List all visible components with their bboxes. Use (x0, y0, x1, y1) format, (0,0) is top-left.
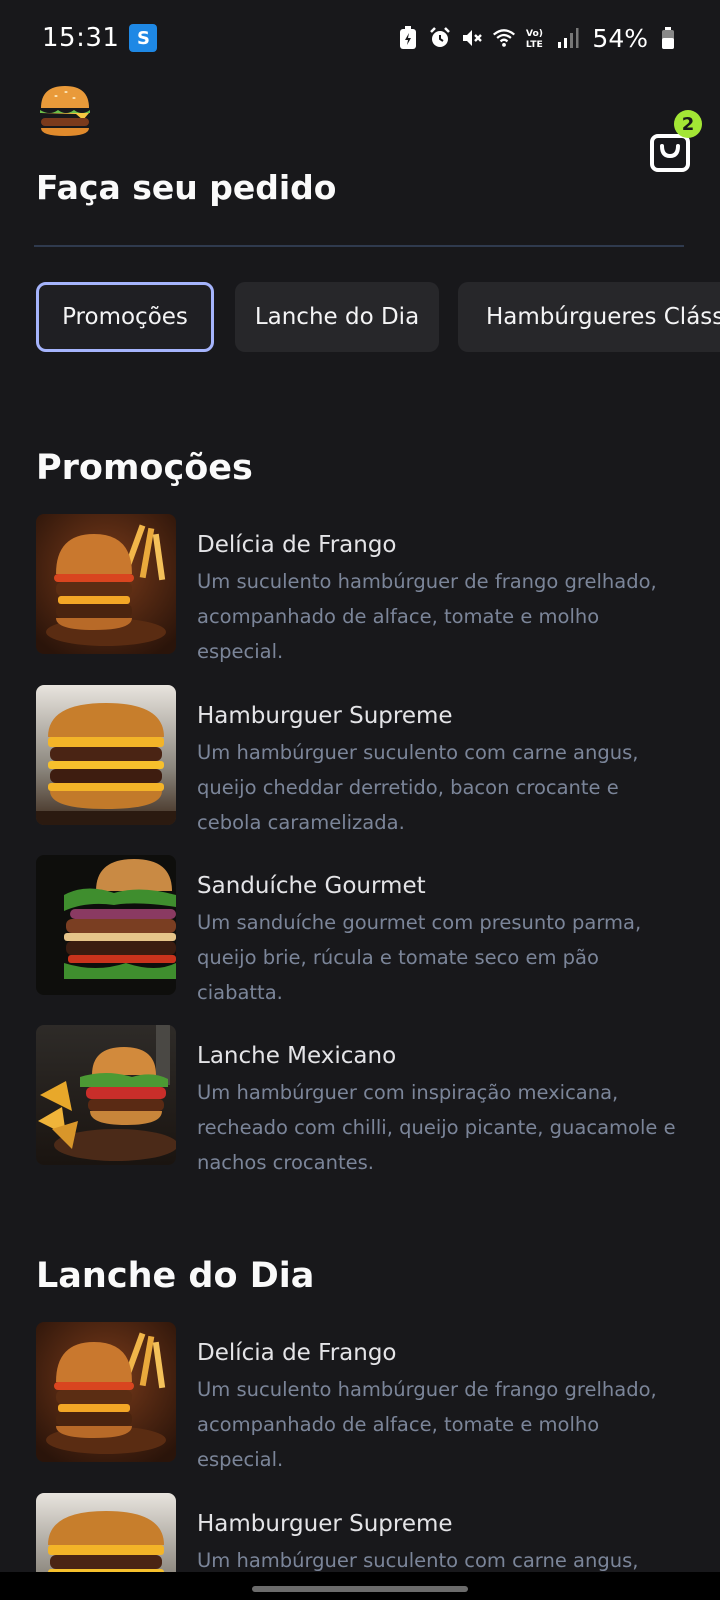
mute-icon (460, 25, 484, 51)
item-name: Lanche Mexicano (197, 1043, 397, 1069)
alarm-icon (428, 25, 452, 51)
battery-icon (656, 25, 680, 51)
status-bar: 15:31 S Vo) LTE 54% (0, 0, 720, 76)
item-image (36, 1493, 176, 1572)
tab-lanche-do-dia[interactable]: Lanche do Dia (235, 282, 439, 352)
item-image (36, 685, 176, 825)
item-description: Um sanduíche gourmet com presunto parma,… (197, 911, 642, 1004)
item-description: Um hambúrguer com inspiração mexicana, r… (197, 1081, 676, 1174)
tab-hamburgueres-classicos[interactable]: Hambúrgueres Clássicos (458, 282, 720, 352)
item-description: Um suculento hambúrguer de frango grelha… (197, 1378, 657, 1471)
item-name: Hamburguer Supreme (197, 703, 453, 729)
cart-count-badge: 2 (674, 110, 702, 138)
item-image (36, 855, 176, 995)
clock: 15:31 (42, 23, 120, 53)
item-name: Hamburguer Supreme (197, 1511, 453, 1537)
menu-item[interactable]: Delícia de Frango Um suculento hambúrgue… (36, 1322, 684, 1471)
section-title: Promoções (36, 448, 253, 488)
item-image (36, 1025, 176, 1165)
item-name: Delícia de Frango (197, 1340, 397, 1366)
menu-item[interactable]: Sanduíche Gourmet Um sanduíche gourmet c… (36, 855, 684, 1004)
item-description: Um suculento hambúrguer de frango grelha… (197, 570, 657, 663)
item-description: Um hambúrguer suculento com carne angus,… (197, 741, 639, 834)
volte-icon: Vo) LTE (524, 25, 548, 51)
menu-item[interactable]: Hamburguer Supreme Um hambúrguer suculen… (36, 685, 684, 834)
app-notification-icon: S (129, 24, 158, 52)
item-image (36, 514, 176, 654)
tab-promocoes[interactable]: Promoções (36, 282, 214, 352)
wifi-icon (492, 25, 516, 51)
item-name: Delícia de Frango (197, 532, 397, 558)
home-gesture-handle[interactable] (252, 1586, 468, 1592)
section-title: Lanche do Dia (36, 1256, 315, 1296)
signal-icon (556, 25, 580, 51)
item-image (36, 1322, 176, 1462)
page-title: Faça seu pedido (36, 168, 337, 207)
battery-percent: 54% (592, 23, 648, 53)
item-name: Sanduíche Gourmet (197, 873, 426, 899)
svg-text:Vo): Vo) (526, 28, 543, 39)
category-tabs: Promoções Lanche do Dia Hambúrgueres Clá… (36, 282, 720, 352)
burger-logo-icon (36, 82, 94, 140)
menu-item[interactable]: Lanche Mexicano Um hambúrguer com inspir… (36, 1025, 684, 1174)
item-description: Um hambúrguer suculento com carne angus, (197, 1549, 639, 1572)
menu-item[interactable]: Delícia de Frango Um suculento hambúrgue… (36, 514, 684, 663)
battery-saver-icon (396, 25, 420, 51)
svg-text:LTE: LTE (526, 39, 543, 50)
menu-item[interactable]: Hamburguer Supreme Um hambúrguer suculen… (36, 1493, 684, 1572)
header-divider (34, 245, 684, 247)
